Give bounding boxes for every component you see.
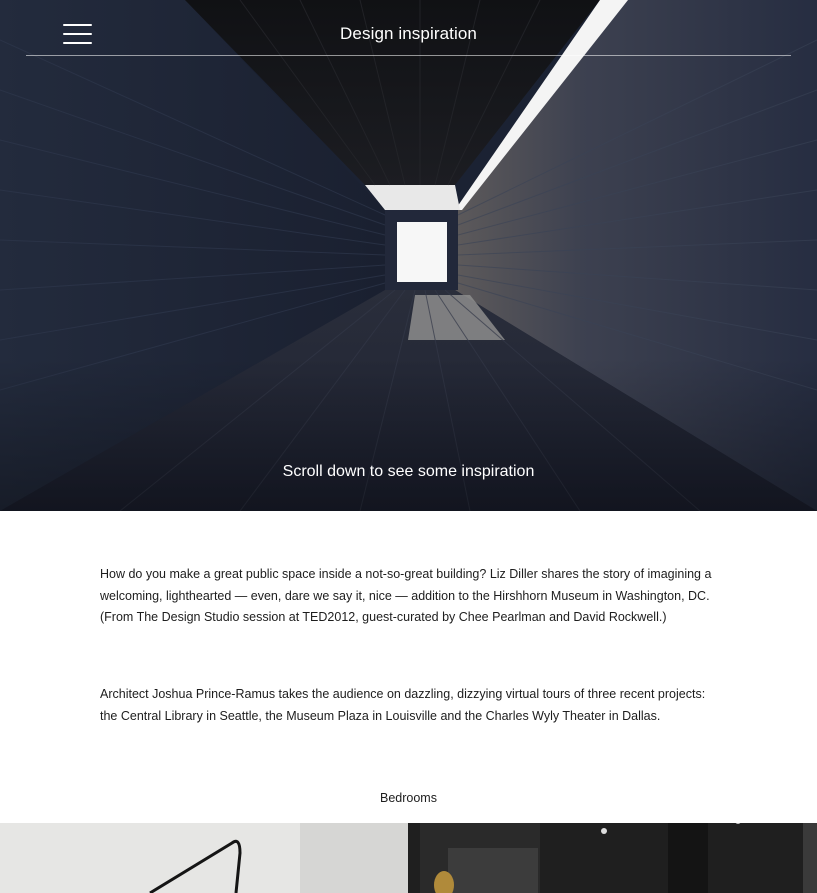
hero-banner: Design inspiration Scroll down to see so… [0, 0, 817, 511]
corridor-hero-image [0, 0, 817, 511]
hero-caption: Scroll down to see some inspiration [282, 463, 535, 480]
second-paragraph: Architect Joshua Prince-Ramus takes the … [100, 687, 706, 723]
gallery-image-dark-room[interactable] [408, 823, 817, 893]
intro-paragraph: How do you make a great public space ins… [100, 567, 712, 624]
gallery-section-title: Bedrooms [380, 791, 437, 805]
dark-room-image [408, 823, 817, 893]
bedrooms-gallery [0, 823, 817, 893]
top-navigation-bar: Design inspiration [26, 0, 791, 56]
gallery-image-lamp[interactable] [0, 823, 408, 893]
site-title[interactable]: Design inspiration [26, 24, 791, 44]
main-content: How do you make a great public space ins… [100, 564, 720, 723]
lamp-image [0, 823, 408, 893]
